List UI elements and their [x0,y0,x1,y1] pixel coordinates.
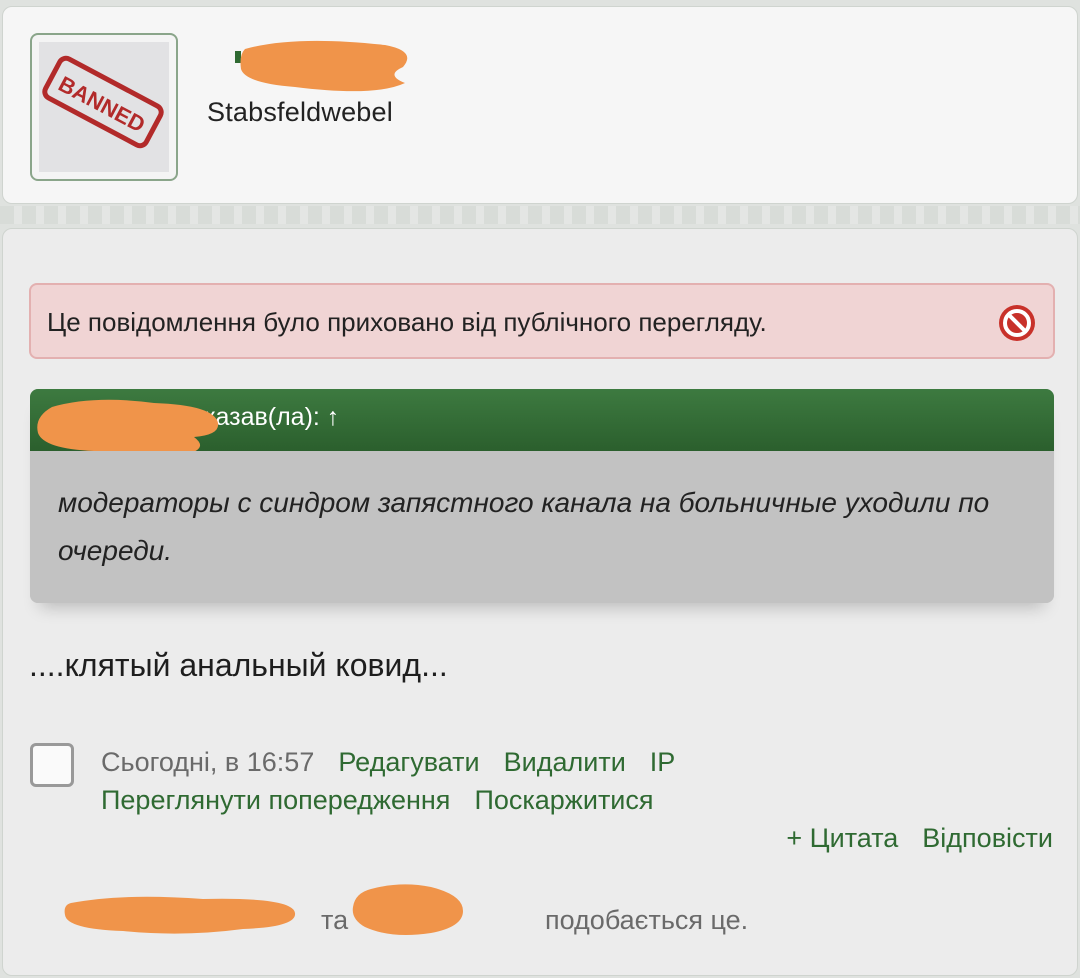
edit-link[interactable]: Редагувати [338,747,479,777]
username-redacted [235,40,408,92]
hidden-notice: Це повідомлення було приховано від публі… [29,283,1055,359]
quote-body: модераторы с синдром запястного канала н… [30,451,1054,603]
quote-link[interactable]: + Цитата [786,823,898,853]
post-message: ....клятый анальный ковид... [29,647,448,683]
quote-block: казав(ла): ↑ модераторы с синдром запяст… [30,389,1054,603]
select-post-checkbox[interactable] [30,743,74,787]
avatar[interactable]: BANNED [30,33,178,181]
avatar-image: BANNED [39,42,169,172]
no-entry-icon [999,305,1035,341]
post-actions: + Цитата Відповісти [762,823,1053,854]
user-card: BANNED Stabsfeldwebel [2,6,1078,204]
likes-text: подобається це. [545,905,749,935]
liker-redacted [352,884,463,935]
ip-link[interactable]: IP [650,747,676,777]
divider [0,206,1080,224]
quote-text: модераторы с синдром запястного канала н… [58,487,990,566]
delete-link[interactable]: Видалити [504,747,626,777]
reply-link[interactable]: Відповісти [922,823,1053,853]
likes-row: та подобається це. [63,883,763,943]
post-date[interactable]: Сьогодні, в 16:57 [101,747,314,777]
quote-header-text: казав(ла): ↑ [204,403,340,431]
post-meta-row-2: Переглянути попередження Поскаржитися [101,785,678,816]
view-warnings-link[interactable]: Переглянути попередження [101,785,450,815]
post: Це повідомлення було приховано від публі… [2,228,1078,976]
liker-redacted [64,896,296,934]
likes-connector: та [321,905,349,935]
banned-stamp-icon: BANNED [42,55,164,149]
report-link[interactable]: Поскаржитися [474,785,653,815]
quote-author-redacted [37,399,219,457]
quote-header[interactable]: казав(ла): ↑ [30,389,1054,457]
user-title: Stabsfeldwebel [207,97,393,127]
page: BANNED Stabsfeldwebel Це повідомлення бу… [0,0,1080,978]
post-meta-row-1: Сьогодні, в 16:57 Редагувати Видалити IP [101,747,699,778]
hidden-notice-text: Це повідомлення було приховано від публі… [47,307,767,337]
